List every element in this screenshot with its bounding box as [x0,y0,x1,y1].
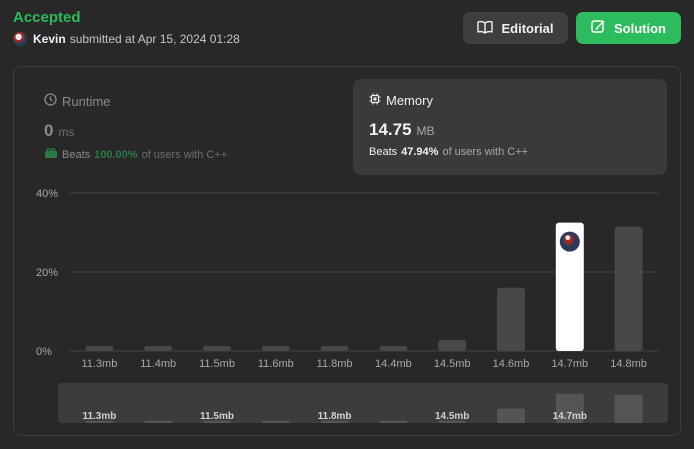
book-icon [477,20,501,37]
navigator-label: 11.3mb [82,411,116,422]
y-tick-label: 20% [36,267,58,279]
solution-button[interactable]: Solution [576,12,681,44]
bar[interactable] [144,345,173,351]
x-tick-label: 11.4mb [140,358,176,370]
x-tick-label: 14.4mb [375,358,412,370]
bar[interactable] [438,339,467,351]
navigator-bar [497,408,525,423]
bar[interactable] [203,345,231,351]
x-tick-label: 11.6mb [258,358,294,370]
x-tick-label: 14.7mb [551,358,588,370]
result-panel: Runtime 0 ms Beats 100.00% of users with… [13,66,681,436]
navigator-bar [144,420,173,423]
editorial-button[interactable]: Editorial [463,12,568,44]
bar[interactable] [85,345,114,351]
x-tick-label: 14.6mb [493,358,530,370]
bar[interactable] [379,345,408,351]
x-tick-label: 11.5mb [199,358,235,370]
x-tick-label: 11.8mb [317,358,353,370]
editorial-label: Editorial [501,20,554,36]
x-tick-label: 11.3mb [81,358,117,370]
navigator-label: 11.8mb [318,411,352,422]
submission-info: Kevin submitted at Apr 15, 2024 01:28 [13,32,240,46]
x-tick-label: 14.8mb [610,358,647,370]
navigator-bar [379,420,408,423]
edit-icon [591,19,614,37]
avatar[interactable] [13,32,27,46]
navigator-label: 11.5mb [200,411,234,422]
x-tick-label: 14.5mb [434,358,471,370]
submission-header: Accepted Kevin submitted at Apr 15, 2024… [13,9,240,46]
navigator-bar [261,420,290,423]
bar[interactable] [261,345,290,351]
bar[interactable] [497,287,525,351]
submitted-at-text: submitted at Apr 15, 2024 01:28 [69,32,240,46]
username-link[interactable]: Kevin [33,32,66,46]
memory-distribution-chart: 0% 20% 40% 11.3mb 11.4mb 11.5mb 11.6mb 11.8mb 14… [36,188,668,423]
solution-label: Solution [614,20,666,36]
navigator-bar [614,394,643,423]
bar[interactable] [614,226,643,351]
y-tick-label: 40% [36,188,58,200]
bar[interactable] [320,345,349,351]
y-tick-label: 0% [36,346,52,358]
status-accepted: Accepted [13,9,81,26]
avatar-marker-face [565,235,571,241]
navigator-label: 14.5mb [435,411,469,422]
navigator-label: 14.7mb [553,411,587,422]
